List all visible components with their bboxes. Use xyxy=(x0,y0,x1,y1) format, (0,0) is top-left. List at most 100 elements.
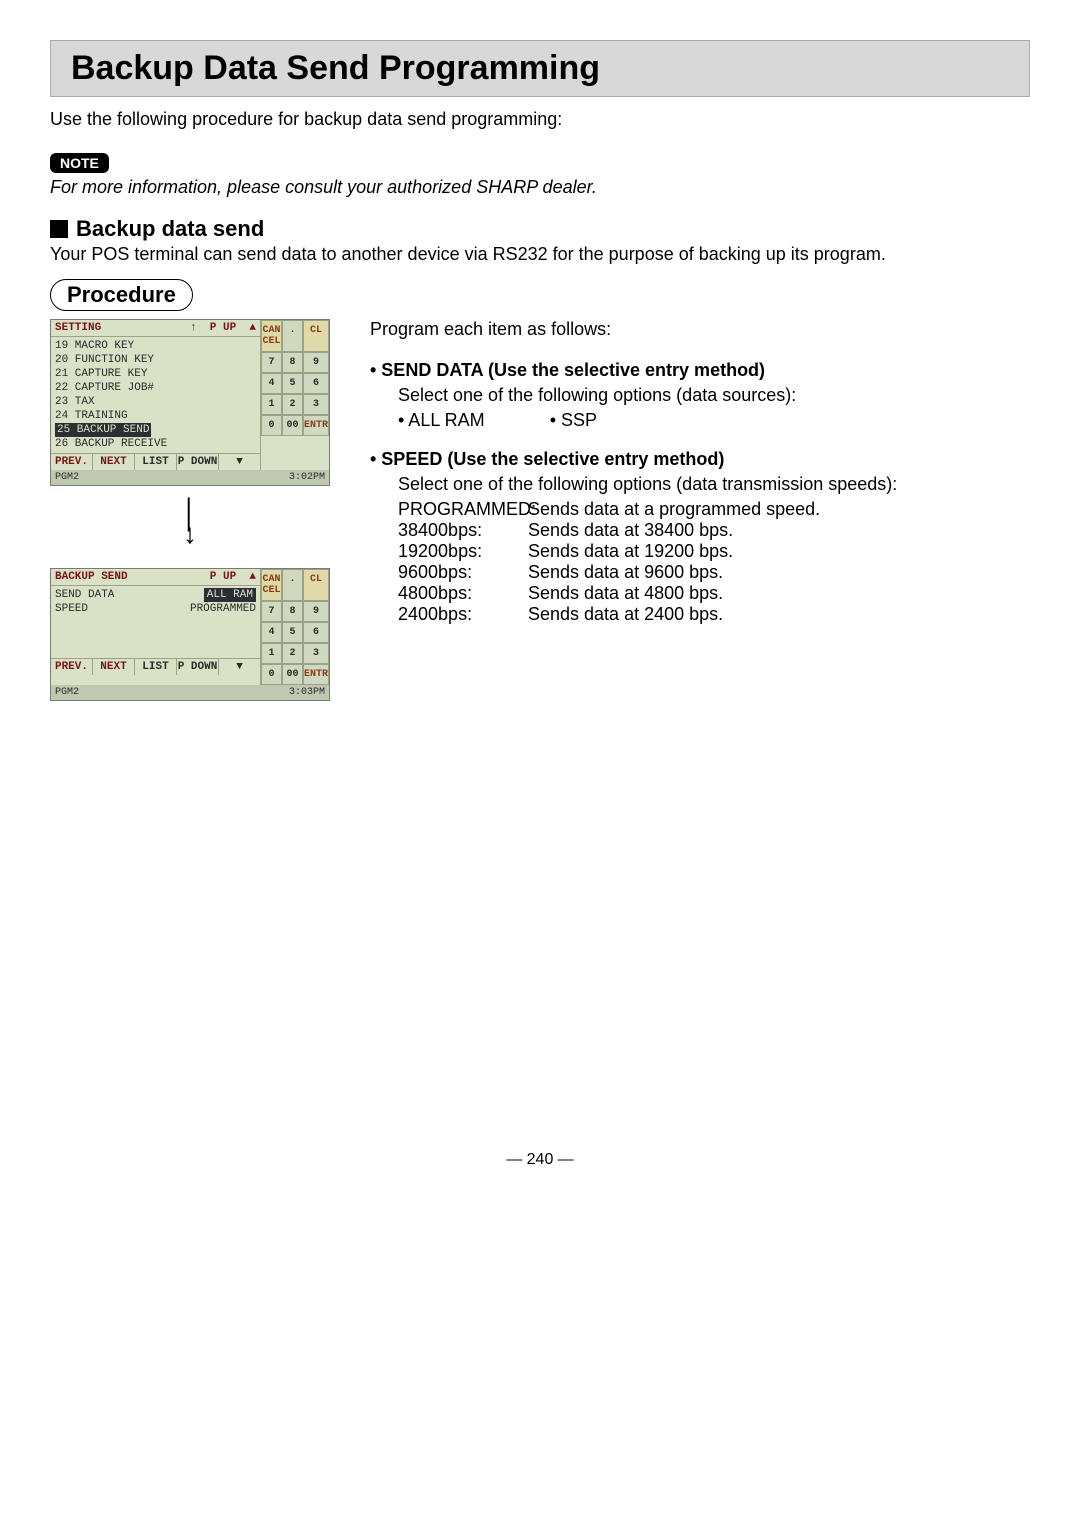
note-text: For more information, please consult you… xyxy=(50,177,1030,198)
speed-line: Select one of the following options (dat… xyxy=(398,474,1030,495)
key-8: 8 xyxy=(282,601,303,622)
procedure-label: Procedure xyxy=(50,279,193,311)
key-7: 7 xyxy=(261,601,282,622)
keypad: CAN CEL . CL 7 8 9 4 5 6 1 2 3 0 00 xyxy=(261,569,329,685)
key-cl: CL xyxy=(303,320,329,352)
key-5: 5 xyxy=(282,622,303,643)
key-0: 0 xyxy=(261,415,282,436)
table-row: 9600bps:Sends data at 9600 bps. xyxy=(398,562,1030,583)
speed-table: PROGRAMMED:Sends data at a programmed sp… xyxy=(398,499,1030,625)
pos1-list: 19 MACRO KEY 20 FUNCTION KEY 21 CAPTURE … xyxy=(51,337,260,453)
key-6: 6 xyxy=(303,373,329,394)
key-9: 9 xyxy=(303,352,329,373)
key-cancel: CAN CEL xyxy=(261,320,282,352)
pos-screen-backup-send: BACKUP SEND P UP ▲ SEND DATA ALL RAM SPE… xyxy=(50,568,330,701)
pos2-status-right: 3:03PM xyxy=(289,687,325,698)
key-2: 2 xyxy=(282,394,303,415)
field-label: SEND DATA xyxy=(55,588,114,602)
title-banner: Backup Data Send Programming xyxy=(50,40,1030,97)
field-value: PROGRAMMED xyxy=(190,602,256,616)
table-row: PROGRAMMED:Sends data at a programmed sp… xyxy=(398,499,1030,520)
pos2-fields: SEND DATA ALL RAM SPEED PROGRAMMED xyxy=(51,586,260,618)
send-data-line: Select one of the following options (dat… xyxy=(398,385,1030,406)
pos2-footer: PREV. NEXT LIST P DOWN ▼ xyxy=(51,658,260,675)
send-data-opt2: • SSP xyxy=(550,410,597,430)
list-item-selected: 25 BACKUP SEND xyxy=(55,423,151,437)
note-block: NOTE For more information, please consul… xyxy=(50,152,1030,198)
keypad: CAN CEL . CL 7 8 9 4 5 6 1 2 3 0 00 xyxy=(261,320,329,436)
pos1-f1: NEXT xyxy=(93,454,135,470)
speed-body: Select one of the following options (dat… xyxy=(398,474,1030,625)
pos2-hk-0: P UP xyxy=(210,571,236,583)
list-item: 26 BACKUP RECEIVE xyxy=(55,437,256,451)
key-3: 3 xyxy=(303,643,329,664)
arrow-down-icon: │↓ xyxy=(50,504,330,544)
square-bullet-icon xyxy=(50,220,68,238)
key-0: 0 xyxy=(261,664,282,685)
pos1-status-left: PGM2 xyxy=(55,472,79,483)
pos2-hk-1: ▲ xyxy=(249,571,256,583)
pos1-f4: ▼ xyxy=(219,454,260,470)
pos1-hk-2: ▲ xyxy=(249,322,256,334)
note-badge: NOTE xyxy=(50,153,109,173)
section-text: Your POS terminal can send data to anoth… xyxy=(50,244,1030,265)
field-value-selected: ALL RAM xyxy=(204,588,256,602)
table-row: 4800bps:Sends data at 4800 bps. xyxy=(398,583,1030,604)
section-heading-text: Backup data send xyxy=(76,216,264,242)
key-dot: . xyxy=(282,569,303,601)
pos2-status-left: PGM2 xyxy=(55,687,79,698)
key-8: 8 xyxy=(282,352,303,373)
speed-heading: • SPEED (Use the selective entry method) xyxy=(370,449,1030,470)
key-2: 2 xyxy=(282,643,303,664)
list-item: 23 TAX xyxy=(55,395,256,409)
section-heading: Backup data send xyxy=(50,216,1030,242)
key-5: 5 xyxy=(282,373,303,394)
pos1-title: SETTING xyxy=(55,322,101,334)
field-label: SPEED xyxy=(55,602,88,616)
pos2-f2: LIST xyxy=(135,659,177,675)
key-dot: . xyxy=(282,320,303,352)
key-1: 1 xyxy=(261,643,282,664)
key-6: 6 xyxy=(303,622,329,643)
key-entr: ENTR xyxy=(303,664,329,685)
list-item: 21 CAPTURE KEY xyxy=(55,367,256,381)
table-row: 38400bps:Sends data at 38400 bps. xyxy=(398,520,1030,541)
pos2-title: BACKUP SEND xyxy=(55,571,128,583)
key-cl: CL xyxy=(303,569,329,601)
table-row: 19200bps:Sends data at 19200 bps. xyxy=(398,541,1030,562)
pos-screen-setting: SETTING ↑ P UP ▲ 19 MACRO KEY 20 FUNCTIO… xyxy=(50,319,330,486)
page-number: — 240 — xyxy=(50,1151,1030,1169)
table-row: 2400bps:Sends data at 2400 bps. xyxy=(398,604,1030,625)
pos1-hk-0: ↑ xyxy=(190,322,197,334)
key-4: 4 xyxy=(261,373,282,394)
left-column: SETTING ↑ P UP ▲ 19 MACRO KEY 20 FUNCTIO… xyxy=(50,319,330,711)
pos1-f0: PREV. xyxy=(51,454,93,470)
key-7: 7 xyxy=(261,352,282,373)
send-data-opt1: • ALL RAM xyxy=(398,410,485,430)
key-3: 3 xyxy=(303,394,329,415)
pos2-f1: NEXT xyxy=(93,659,135,675)
key-1: 1 xyxy=(261,394,282,415)
list-item: 24 TRAINING xyxy=(55,409,256,423)
pos1-hk-1: P UP xyxy=(210,322,236,334)
send-data-body: Select one of the following options (dat… xyxy=(398,385,1030,431)
key-entr: ENTR xyxy=(303,415,329,436)
pos2-f4: ▼ xyxy=(219,659,260,675)
list-item: 19 MACRO KEY xyxy=(55,339,256,353)
key-9: 9 xyxy=(303,601,329,622)
key-cancel: CAN CEL xyxy=(261,569,282,601)
key-00: 00 xyxy=(282,415,303,436)
pos1-status-right: 3:02PM xyxy=(289,472,325,483)
pos1-footer: PREV. NEXT LIST P DOWN ▼ xyxy=(51,453,260,470)
key-4: 4 xyxy=(261,622,282,643)
key-00: 00 xyxy=(282,664,303,685)
pos1-f3: P DOWN xyxy=(177,454,219,470)
right-column: Program each item as follows: • SEND DAT… xyxy=(370,319,1030,643)
page-title: Backup Data Send Programming xyxy=(71,49,1009,88)
pos2-f0: PREV. xyxy=(51,659,93,675)
pos2-f3: P DOWN xyxy=(177,659,219,675)
program-lead: Program each item as follows: xyxy=(370,319,1030,340)
intro-text: Use the following procedure for backup d… xyxy=(50,109,1030,130)
list-item: 20 FUNCTION KEY xyxy=(55,353,256,367)
pos1-f2: LIST xyxy=(135,454,177,470)
